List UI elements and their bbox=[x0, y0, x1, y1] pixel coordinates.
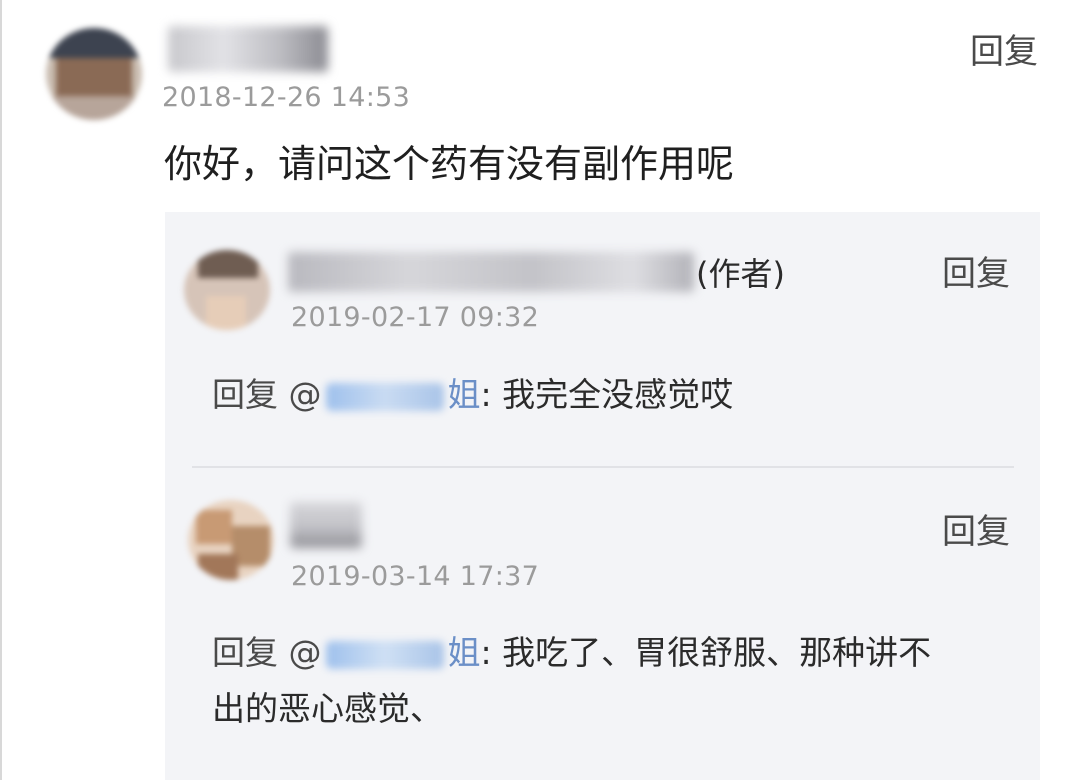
reply-prefix: 回复 @ bbox=[212, 375, 322, 414]
mention-redacted[interactable] bbox=[325, 382, 444, 411]
author-name-redacted[interactable] bbox=[288, 252, 694, 292]
comment-timestamp: 2018-12-26 14:53 bbox=[162, 82, 411, 113]
avatar[interactable] bbox=[46, 28, 142, 120]
comment-thread: 2018-12-26 14:53 回复 你好，请问这个药有没有副作用呢 (作者)… bbox=[0, 0, 1076, 780]
reply-message-line1: : 我吃了、胃很舒服、那种讲不 bbox=[480, 633, 932, 672]
reply-text: 回复 @ 姐: 我吃了、胃很舒服、那种讲不 bbox=[212, 626, 931, 680]
reply-text-continuation: 出的恶心感觉、 bbox=[212, 689, 443, 728]
mention-tail[interactable]: 姐 bbox=[448, 633, 481, 672]
author-name-redacted[interactable] bbox=[290, 502, 362, 548]
reply-timestamp: 2019-02-17 09:32 bbox=[291, 302, 540, 333]
reply-message: : 我完全没感觉哎 bbox=[480, 375, 734, 414]
reply-prefix: 回复 @ bbox=[212, 633, 322, 672]
reply-button[interactable]: 回复 bbox=[942, 512, 1010, 552]
author-badge: (作者) bbox=[696, 255, 785, 293]
avatar[interactable] bbox=[184, 250, 270, 330]
divider bbox=[192, 466, 1014, 468]
reply-button[interactable]: 回复 bbox=[970, 32, 1038, 72]
reply-text: 回复 @ 姐: 我完全没感觉哎 bbox=[212, 368, 733, 422]
mention-tail[interactable]: 姐 bbox=[448, 375, 481, 414]
comment-text: 你好，请问这个药有没有副作用呢 bbox=[164, 142, 735, 186]
reply-button[interactable]: 回复 bbox=[942, 254, 1010, 294]
commenter-name-redacted[interactable] bbox=[168, 26, 328, 72]
reply-timestamp: 2019-03-14 17:37 bbox=[291, 561, 540, 592]
mention-redacted[interactable] bbox=[325, 640, 444, 669]
avatar[interactable] bbox=[188, 500, 274, 580]
